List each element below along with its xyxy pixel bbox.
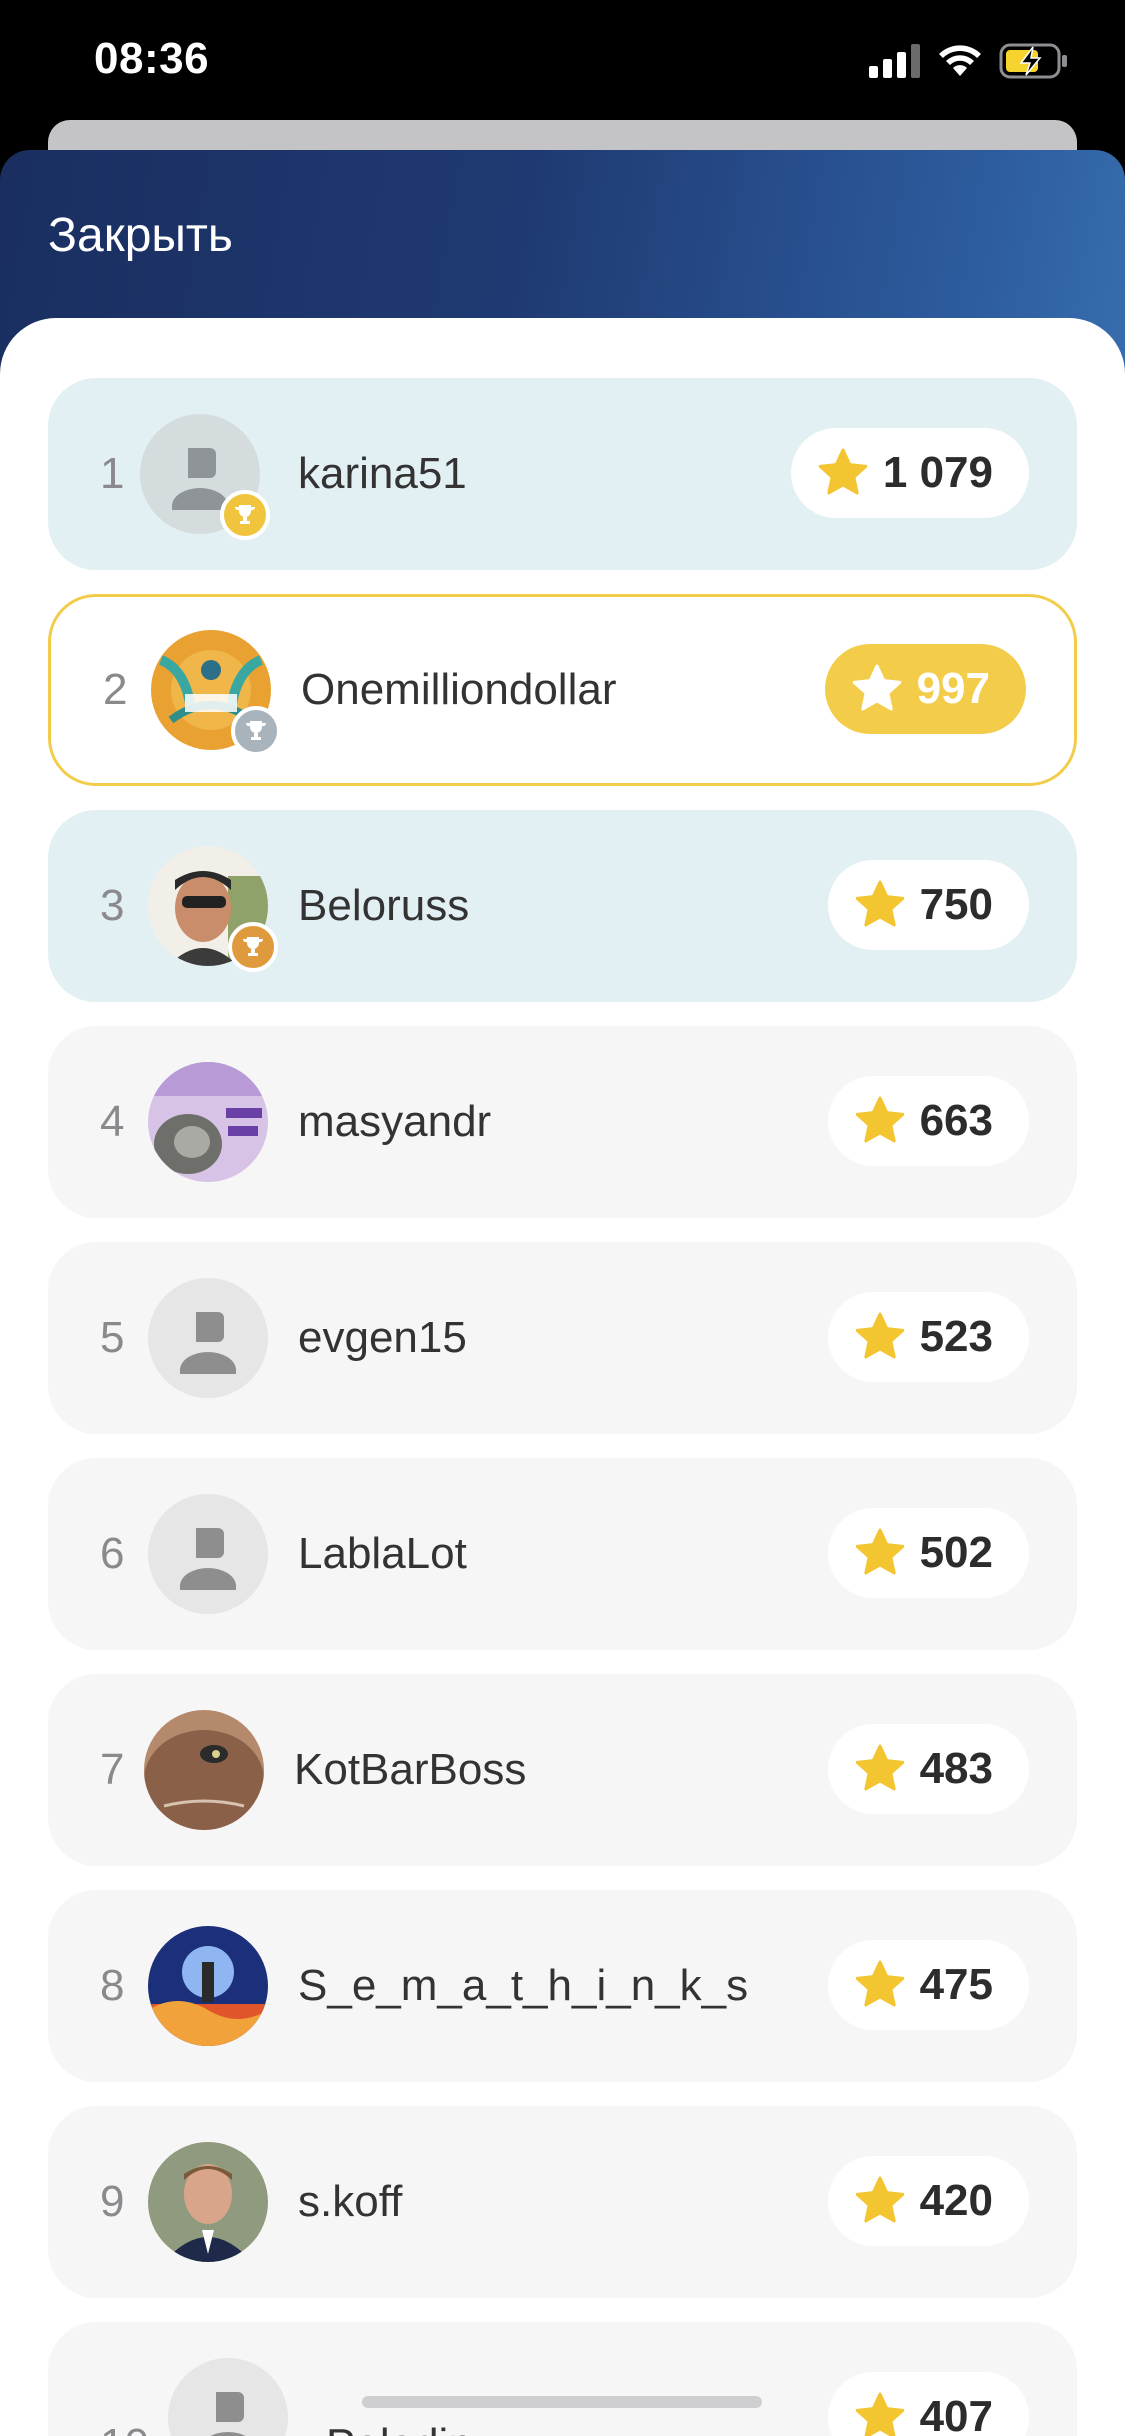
- status-bar: 08:36: [0, 0, 1125, 120]
- leaderboard-row-6[interactable]: 6 LablaLot 502: [48, 1458, 1077, 1650]
- avatar: [148, 1494, 268, 1614]
- leaderboard-row-2-current-user[interactable]: 2 Onemilliondollar 997: [48, 594, 1077, 786]
- score-badge: 663: [827, 1076, 1029, 1166]
- username: Paladin: [326, 2322, 473, 2436]
- username: Onemilliondollar: [301, 665, 617, 714]
- leaderboard-row-10[interactable]: 10 Paladin 407: [48, 2322, 1077, 2436]
- score-value: 663: [919, 1096, 993, 1145]
- username: evgen15: [298, 1313, 467, 1362]
- score-value: 475: [919, 1960, 993, 2009]
- username: s.koff: [298, 2177, 403, 2226]
- wifi-icon: [939, 45, 981, 76]
- score-value: 420: [919, 2176, 993, 2225]
- star-icon: [855, 2392, 904, 2436]
- score-badge: 997: [824, 644, 1026, 734]
- score-value: 997: [916, 664, 990, 713]
- avatar: [168, 2358, 288, 2436]
- avatar: [148, 2142, 268, 2262]
- avatar: [148, 1062, 268, 1182]
- leaderboard-row-7[interactable]: 7 KotBarBoss 483: [48, 1674, 1077, 1866]
- screen: 08:36 Закрыть 1 karina51 1 079 2 Onemill…: [0, 0, 1125, 2436]
- photo-purple-avatar: [148, 1062, 268, 1182]
- photo-fire-avatar: [148, 1926, 268, 2046]
- username: karina51: [298, 449, 467, 498]
- score-badge: 750: [827, 860, 1029, 950]
- avatar: [148, 846, 278, 972]
- close-button[interactable]: Закрыть: [48, 208, 233, 263]
- avatar: [148, 1926, 268, 2046]
- photo-cat-avatar: [144, 1710, 264, 1830]
- photo-suit-avatar: [148, 2142, 268, 2262]
- score-value: 1 079: [882, 448, 993, 497]
- score-badge: 502: [827, 1508, 1029, 1598]
- leaderboard-list: 1 karina51 1 079 2 Onemilliondollar 997 …: [0, 318, 1125, 2436]
- score-badge: 523: [827, 1292, 1029, 1382]
- leaderboard-row-8[interactable]: 8 S_e_m_a_t_h_i_n_k_s 475: [48, 1890, 1077, 2082]
- score-value: 407: [919, 2392, 993, 2436]
- score-badge: 407: [827, 2372, 1029, 2436]
- avatar: [144, 1710, 264, 1830]
- score-badge: 475: [827, 1940, 1029, 2030]
- score-value: 502: [919, 1528, 993, 1577]
- user-placeholder-icon: [148, 1278, 268, 1398]
- leaderboard-row-1[interactable]: 1 karina51 1 079: [48, 378, 1077, 570]
- leaderboard-row-3[interactable]: 3 Beloruss 750: [48, 810, 1077, 1002]
- star-icon: [855, 1312, 904, 1359]
- gold-trophy-icon: [220, 490, 270, 540]
- star-icon: [855, 1096, 904, 1143]
- user-placeholder-icon: [168, 2358, 288, 2436]
- username: KotBarBoss: [294, 1745, 527, 1794]
- status-icons: [869, 40, 1069, 82]
- leaderboard-sheet: Закрыть 1 karina51 1 079 2 Onemilliondol…: [0, 150, 1125, 2436]
- avatar: [151, 630, 281, 756]
- user-placeholder-icon: [148, 1494, 268, 1614]
- score-value: 483: [919, 1744, 993, 1793]
- star-icon: [852, 664, 901, 711]
- score-badge: 483: [827, 1724, 1029, 1814]
- username: Beloruss: [298, 881, 470, 930]
- score-value: 750: [919, 880, 993, 929]
- score-value: 523: [919, 1312, 993, 1361]
- star-icon: [818, 448, 868, 495]
- leaderboard-row-5[interactable]: 5 evgen15 523: [48, 1242, 1077, 1434]
- username: LablaLot: [298, 1529, 467, 1578]
- username: masyandr: [298, 1097, 492, 1146]
- battery-charging-icon: [999, 43, 1067, 79]
- avatar: [140, 414, 270, 540]
- score-badge: 1 079: [790, 428, 1029, 518]
- star-icon: [855, 2176, 904, 2223]
- star-icon: [855, 1960, 904, 2007]
- star-icon: [855, 1744, 904, 1791]
- home-indicator[interactable]: [362, 2396, 762, 2408]
- avatar: [148, 1278, 268, 1398]
- star-icon: [855, 1528, 904, 1575]
- leaderboard-row-4[interactable]: 4 masyandr 663: [48, 1026, 1077, 1218]
- rank: 10: [100, 2322, 160, 2436]
- cellular-signal-icon: [869, 44, 920, 78]
- leaderboard-row-9[interactable]: 9 s.koff 420: [48, 2106, 1077, 2298]
- username: S_e_m_a_t_h_i_n_k_s: [298, 1961, 749, 2010]
- status-time: 08:36: [94, 34, 210, 83]
- score-badge: 420: [827, 2156, 1029, 2246]
- silver-trophy-icon: [231, 706, 281, 756]
- bronze-trophy-icon: [228, 922, 278, 972]
- star-icon: [855, 880, 904, 927]
